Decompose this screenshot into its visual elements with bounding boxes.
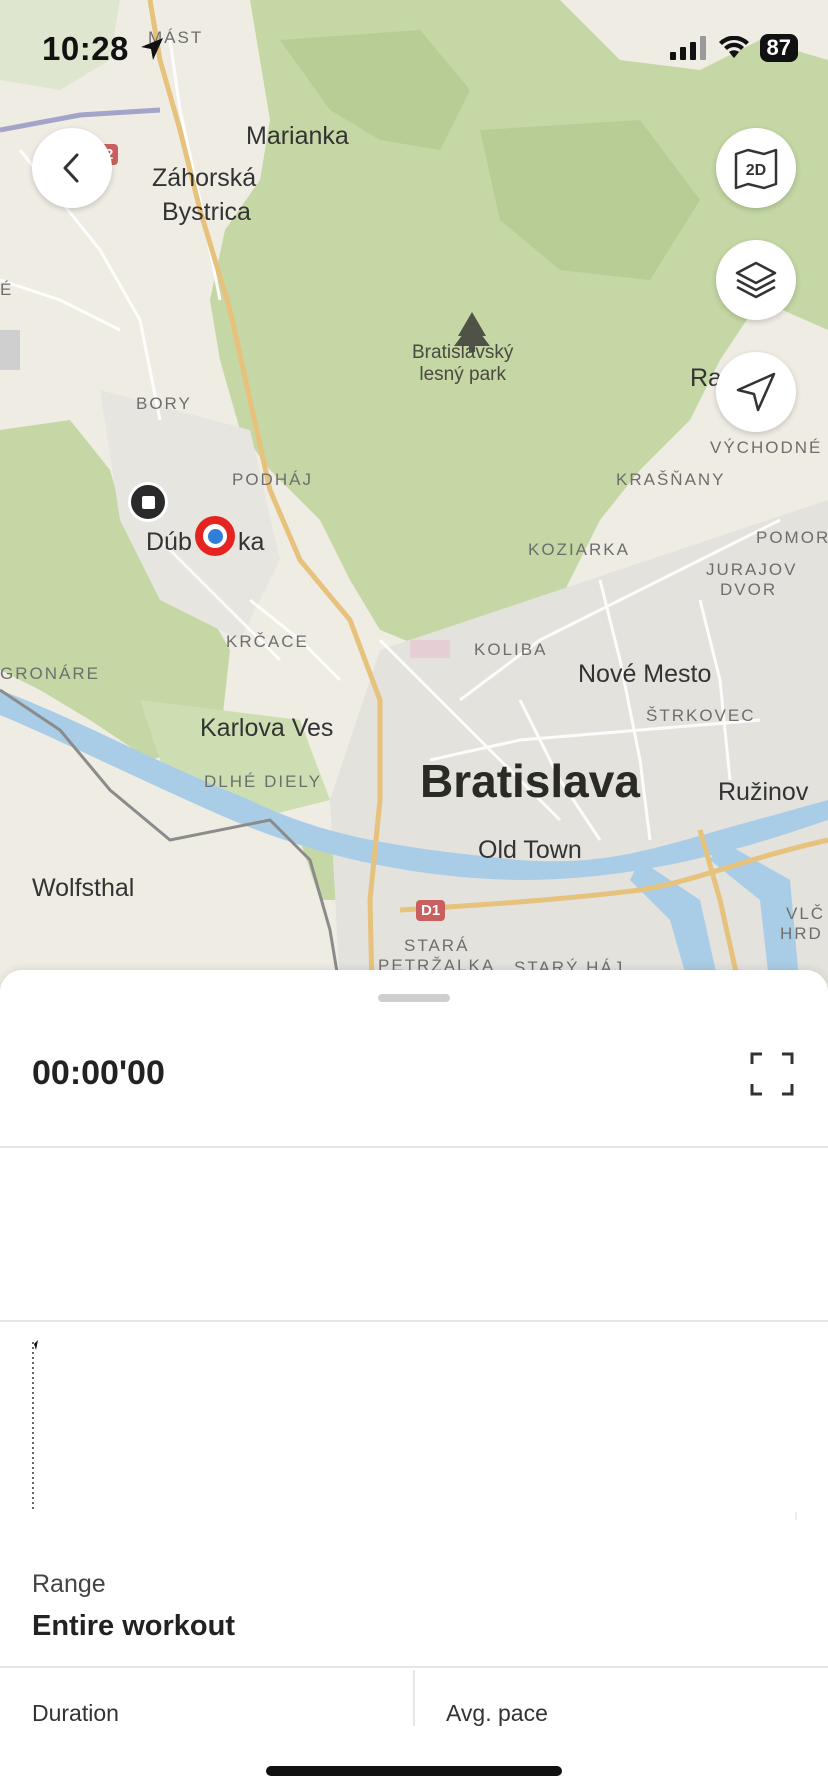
map-label-park-line1: Bratislavský: [412, 342, 514, 363]
map-label-bory: BORY: [136, 394, 192, 413]
location-dot: [207, 528, 223, 544]
range-label: Range: [32, 1570, 106, 1598]
wifi-icon: [718, 36, 749, 58]
map-label-bystrica: Bystrica: [162, 198, 251, 226]
battery-indicator: 87: [759, 34, 798, 62]
map-layers-button[interactable]: [716, 240, 796, 320]
sheet-drag-handle[interactable]: [378, 994, 450, 1002]
map-2d-label: 2D: [746, 162, 766, 179]
map-label-krcace: KRČACE: [226, 632, 309, 651]
map-label-pomor: POMOR: [756, 528, 828, 547]
map-label-nove-mesto: Nové Mesto: [578, 660, 712, 688]
workout-timer: 00:00'00: [32, 1054, 165, 1092]
map-label-marianka: Marianka: [246, 122, 349, 150]
status-time: 10:28: [42, 30, 165, 68]
layers-icon: [735, 261, 777, 299]
graph-start-marker: [34, 1340, 38, 1350]
map-base: [0, 0, 828, 990]
signal-icon: [669, 36, 706, 60]
workout-graph[interactable]: [0, 1322, 828, 1532]
current-location-marker[interactable]: [195, 516, 235, 556]
map-label-jurajov: JURAJOV: [706, 560, 798, 579]
map-label-koliba: KOLIBA: [474, 640, 548, 659]
map-view[interactable]: MÁST Marianka Záhorská Bystrica Bratisla…: [0, 0, 828, 990]
road-shield-d1: D1: [416, 900, 446, 921]
map-label-koziarka: KOZIARKA: [528, 540, 630, 559]
back-button[interactable]: [32, 128, 112, 208]
map-label-dlhe-diely: DLHÉ DIELY: [204, 772, 322, 791]
map-label-wolfsthal: Wolfsthal: [32, 874, 135, 902]
map-label-podhaj: PODHÁJ: [232, 470, 313, 489]
navigation-arrow-icon: [736, 372, 776, 412]
map-label-zahorska: Záhorská: [152, 164, 257, 192]
map-label-forest-park: Bratislavský lesný park: [412, 342, 513, 386]
range-selector[interactable]: Entire workout: [32, 1610, 235, 1643]
map-label-stara: STARÁ: [404, 936, 470, 955]
chevron-left-icon: [63, 153, 79, 183]
location-arrow-icon: [140, 38, 163, 60]
map-label-vlc: VLČ: [786, 904, 826, 923]
map-label-dvor: DVOR: [720, 580, 778, 599]
map-label-ruzinov: Ružinov: [718, 778, 809, 806]
map-label-dubravka-right: ka: [238, 528, 265, 556]
map-label-e: É: [0, 280, 14, 299]
map-label-karlova-ves: Karlova Ves: [200, 714, 334, 742]
map-label-hrd: HRD: [780, 924, 823, 943]
stop-icon: [141, 495, 155, 509]
map-label-park-line2: lesný park: [419, 364, 506, 385]
recenter-location-button[interactable]: [716, 352, 796, 432]
duration-label: Duration: [32, 1700, 119, 1726]
home-indicator[interactable]: [266, 1766, 562, 1776]
map-label-old-town: Old Town: [478, 836, 582, 864]
divider: [0, 1146, 828, 1148]
stats-row: Duration Avg. pace: [0, 1668, 828, 1728]
map-label-bratislava: Bratislava: [420, 755, 640, 807]
map-label-dubravka-left: Dúb: [146, 528, 192, 556]
map-label-gronare: GRONÁRE: [0, 664, 100, 683]
workout-end-marker[interactable]: [128, 482, 168, 522]
status-time-text: 10:28: [42, 30, 129, 67]
fullscreen-expand-icon[interactable]: [750, 1052, 794, 1096]
workout-detail-sheet[interactable]: 00:00'00 Range Entire workout Duration A…: [0, 970, 828, 1792]
avg-pace-label: Avg. pace: [446, 1700, 548, 1726]
map-label-vychodne: VÝCHODNÉ: [710, 438, 823, 457]
map-label-krasnany: KRAŠŇANY: [616, 470, 726, 489]
status-icons: 87: [669, 34, 798, 62]
map-label-strkovec: ŠTRKOVEC: [646, 706, 756, 725]
stat-separator: [413, 1670, 415, 1726]
map-2d-icon: 2D: [734, 148, 778, 190]
location-ring: [203, 524, 227, 548]
map-2d-toggle-button[interactable]: 2D: [716, 128, 796, 208]
